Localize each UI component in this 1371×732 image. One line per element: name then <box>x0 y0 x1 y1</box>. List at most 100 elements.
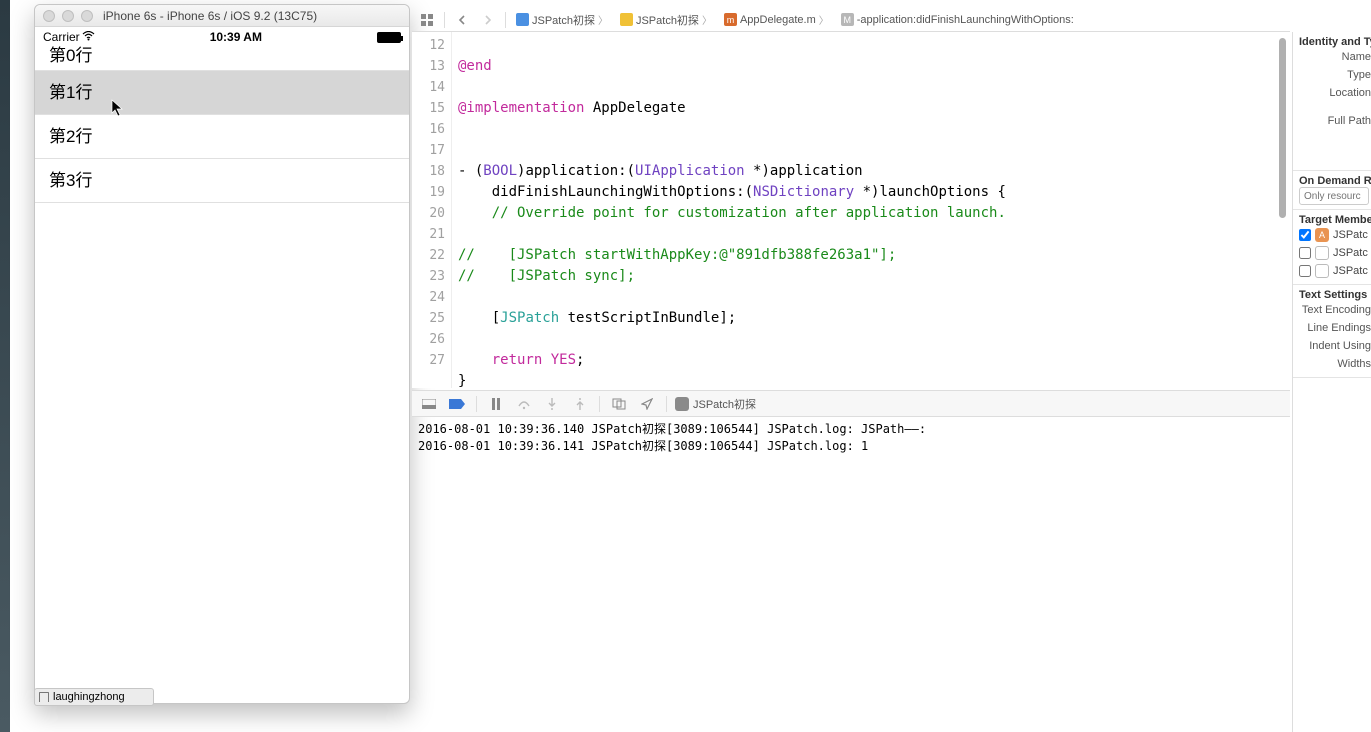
step-over-icon[interactable] <box>513 395 535 413</box>
target-label: JSPatc <box>1333 265 1368 277</box>
target-checkbox[interactable] <box>1299 265 1311 277</box>
crumb-label: AppDelegate.m <box>740 14 816 26</box>
inspector-header: Identity and Ty <box>1299 36 1371 48</box>
code-token: BOOL <box>483 163 517 179</box>
code-token: )application:( <box>517 163 635 179</box>
desktop-item[interactable]: laughingzhong <box>34 688 154 706</box>
zoom-icon[interactable] <box>81 10 93 22</box>
traffic-lights[interactable] <box>43 10 93 22</box>
code-token <box>458 352 492 368</box>
inspector-label: Type <box>1347 69 1371 81</box>
chevron-right-icon: 〉 <box>598 12 608 27</box>
separator <box>444 12 445 28</box>
breakpoints-icon[interactable] <box>446 395 468 413</box>
line-gutter[interactable]: 12 13 14 15 16 17 18 19 20 21 22 23 24 2… <box>412 32 452 388</box>
related-items-icon[interactable] <box>416 11 438 29</box>
inspector-label: Indent Using <box>1309 340 1371 352</box>
forward-button[interactable] <box>477 11 499 29</box>
separator <box>599 396 600 412</box>
target-checkbox[interactable] <box>1299 229 1311 241</box>
app-target-icon: A <box>1315 228 1329 242</box>
status-bar: Carrier 10:39 AM <box>35 27 409 47</box>
wifi-icon <box>82 30 95 44</box>
target-label: JSPatc <box>1333 229 1368 241</box>
target-row[interactable]: JSPatc <box>1299 262 1371 280</box>
step-in-icon[interactable] <box>541 395 563 413</box>
debug-pane: JSPatch初探 2016-08-01 10:39:36.140 JSPatc… <box>412 390 1290 720</box>
debug-toolbar: JSPatch初探 <box>412 391 1290 417</box>
crumb-label: JSPatch初探 <box>636 12 699 28</box>
crumb-symbol[interactable]: M -application:didFinishLaunchingWithOpt… <box>837 13 1078 26</box>
location-icon[interactable] <box>636 395 658 413</box>
carrier-label: Carrier <box>43 30 80 44</box>
code-token: - ( <box>458 163 483 179</box>
code-editor[interactable]: 12 13 14 15 16 17 18 19 20 21 22 23 24 2… <box>412 32 1290 388</box>
app-icon <box>675 397 689 411</box>
code-token: [ <box>458 310 500 326</box>
separator <box>505 12 506 28</box>
debug-target-label: JSPatch初探 <box>693 396 756 412</box>
target-row[interactable]: A JSPatc <box>1299 226 1371 244</box>
step-out-icon[interactable] <box>569 395 591 413</box>
inspector-label: Line Endings <box>1307 322 1371 334</box>
code-content[interactable]: @end @implementation AppDelegate - (BOOL… <box>452 32 1006 388</box>
console-line: 2016-08-01 10:39:36.140 JSPatch初探[3089:1… <box>418 422 926 436</box>
project-icon <box>516 13 529 26</box>
row-label: 第1行 <box>49 83 92 102</box>
code-token: UIApplication <box>635 163 745 179</box>
code-token: ; <box>576 352 584 368</box>
objc-m-icon: m <box>724 13 737 26</box>
scrollbar[interactable] <box>1279 38 1286 218</box>
chevron-right-icon: 〉 <box>702 12 712 27</box>
inspector-label: Location <box>1329 87 1371 99</box>
chevron-right-icon: 〉 <box>819 12 829 27</box>
code-token: return <box>492 352 543 368</box>
table-row[interactable]: 第2行 <box>35 115 409 159</box>
simulator-window: iPhone 6s - iPhone 6s / iOS 9.2 (13C75) … <box>34 4 410 704</box>
desktop-sliver <box>0 0 10 732</box>
close-icon[interactable] <box>43 10 55 22</box>
console-output[interactable]: 2016-08-01 10:39:36.140 JSPatch初探[3089:1… <box>412 417 1290 459</box>
code-token: JSPatch <box>500 310 559 326</box>
code-token: AppDelegate <box>584 100 685 116</box>
table-row[interactable]: 第1行 <box>35 71 409 115</box>
test-target-icon <box>1315 264 1329 278</box>
crumb-file[interactable]: m AppDelegate.m 〉 <box>720 12 833 27</box>
inspector-label: Full Path <box>1328 115 1371 127</box>
code-token: // [JSPatch startWithAppKey:@"891dfb388f… <box>458 247 896 263</box>
row-label: 第0行 <box>49 46 92 65</box>
view-debug-icon[interactable] <box>608 395 630 413</box>
code-token: didFinishLaunchingWithOptions:( <box>458 184 753 200</box>
ondemand-tags-input[interactable] <box>1299 187 1369 205</box>
inspector-header: Text Settings <box>1299 289 1371 301</box>
table-row[interactable]: 第3行 <box>35 159 409 203</box>
simulator-titlebar[interactable]: iPhone 6s - iPhone 6s / iOS 9.2 (13C75) <box>35 5 409 27</box>
target-checkbox[interactable] <box>1299 247 1311 259</box>
crumb-folder[interactable]: JSPatch初探 〉 <box>616 12 716 28</box>
back-button[interactable] <box>451 11 473 29</box>
code-token: testScriptInBundle]; <box>559 310 736 326</box>
book-icon <box>39 692 49 702</box>
target-label: JSPatc <box>1333 247 1368 259</box>
method-icon: M <box>841 13 854 26</box>
crumb-project[interactable]: JSPatch初探 〉 <box>512 12 612 28</box>
inspector-label: Widths <box>1337 358 1371 370</box>
table-row[interactable]: 第0行 <box>35 47 409 71</box>
code-token: *)application <box>745 163 863 179</box>
pause-icon[interactable] <box>485 395 507 413</box>
code-token: @end <box>458 58 492 74</box>
folder-icon <box>620 13 633 26</box>
jump-bar[interactable]: JSPatch初探 〉 JSPatch初探 〉 m AppDelegate.m … <box>412 8 1290 32</box>
code-token: NSDictionary <box>753 184 854 200</box>
minimize-icon[interactable] <box>62 10 74 22</box>
table-view[interactable]: 第0行 第1行 第2行 第3行 <box>35 47 409 203</box>
console-line: 2016-08-01 10:39:36.141 JSPatch初探[3089:1… <box>418 439 868 453</box>
debug-target[interactable]: JSPatch初探 <box>675 396 756 412</box>
code-token: YES <box>551 352 576 368</box>
toggle-debug-icon[interactable] <box>418 395 440 413</box>
simulator-title: iPhone 6s - iPhone 6s / iOS 9.2 (13C75) <box>103 9 317 23</box>
editor-pane: JSPatch初探 〉 JSPatch初探 〉 m AppDelegate.m … <box>412 8 1290 388</box>
code-token: @implementation <box>458 100 584 116</box>
crumb-label: JSPatch初探 <box>532 12 595 28</box>
target-row[interactable]: JSPatc <box>1299 244 1371 262</box>
